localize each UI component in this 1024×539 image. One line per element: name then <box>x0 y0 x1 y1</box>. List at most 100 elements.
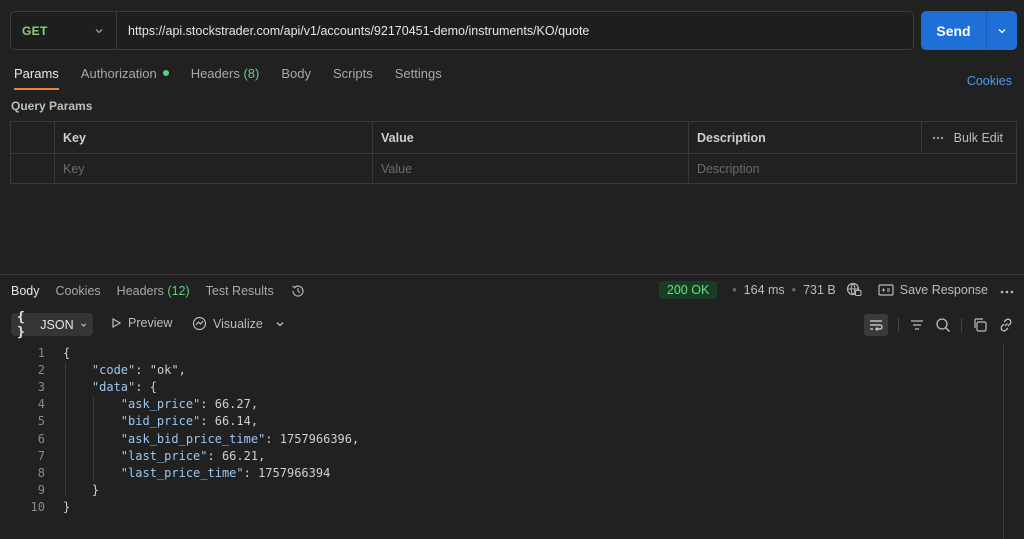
tab-headers[interactable]: Headers (8) <box>191 66 260 90</box>
more-options-icon[interactable] <box>1000 283 1014 297</box>
query-params-table: Key Value Description Bulk Edit Key Valu… <box>10 121 1017 184</box>
column-value: Value <box>372 122 688 153</box>
response-tab-cookies[interactable]: Cookies <box>56 284 101 298</box>
column-description: Description <box>688 122 921 153</box>
chevron-down-icon[interactable] <box>275 319 285 329</box>
row-checkbox[interactable] <box>11 154 54 184</box>
send-button[interactable]: Send <box>921 11 1017 50</box>
code-line: 4 "ask_price": 66.27, <box>0 396 1004 413</box>
preview-button[interactable]: Preview <box>110 316 172 330</box>
code-text: } <box>63 500 71 515</box>
table-header-row: Key Value Description Bulk Edit <box>11 122 1016 153</box>
search-icon[interactable] <box>935 317 951 333</box>
response-size[interactable]: 731 B <box>803 283 836 297</box>
send-label: Send <box>936 22 971 39</box>
chevron-down-icon <box>80 323 86 327</box>
code-line: 3 "data": { <box>0 378 1004 395</box>
code-line: 6 "ask_bid_price_time": 1757966396, <box>0 430 1004 447</box>
tab-settings[interactable]: Settings <box>395 66 442 90</box>
code-line: 8 "last_price_time": 1757966394 <box>0 464 1004 481</box>
chevron-down-icon <box>95 28 103 33</box>
network-icon[interactable] <box>846 281 862 300</box>
json-braces-icon: { } <box>17 309 25 340</box>
code-line: 10} <box>0 499 1004 516</box>
response-body-editor[interactable]: 1{2 "code": "ok", 3 "data": {4 "ask_price… <box>0 344 1004 516</box>
code-text: } <box>63 483 100 498</box>
line-number: 6 <box>37 431 45 446</box>
format-select[interactable]: { } JSON <box>11 310 93 340</box>
headers-count: (8) <box>243 66 260 81</box>
bulk-edit-button[interactable]: Bulk Edit <box>921 122 1016 153</box>
response-tab-headers[interactable]: Headers (12) <box>117 284 190 298</box>
save-response-button[interactable]: Save Response <box>878 283 988 297</box>
code-text: { <box>63 345 71 360</box>
pane-divider[interactable] <box>0 274 1024 275</box>
checkbox-column <box>11 122 54 153</box>
code-line: 1{ <box>0 344 1004 361</box>
tab-headers-label: Headers <box>190 66 240 81</box>
table-row: Key Value Description <box>11 153 1016 184</box>
chevron-down-icon <box>998 28 1006 33</box>
response-view-tools <box>864 313 1014 336</box>
key-input[interactable]: Key <box>54 154 372 184</box>
wrap-lines-button[interactable] <box>864 313 888 336</box>
line-number: 2 <box>37 362 45 377</box>
response-tabs: Body Cookies Headers (12) Test Results <box>11 283 306 299</box>
code-line: 5 "bid_price": 66.14, <box>0 413 1004 430</box>
history-icon[interactable] <box>290 283 306 299</box>
toolbar-divider <box>898 317 899 332</box>
format-label: JSON <box>40 317 74 332</box>
code-text: "ask_bid_price_time": 1757966396, <box>120 431 360 446</box>
send-options-button[interactable] <box>986 11 1017 50</box>
method-select[interactable]: GET <box>11 12 117 49</box>
line-number: 3 <box>37 379 45 394</box>
response-headers-count: (12) <box>167 284 190 298</box>
save-response-label: Save Response <box>899 283 988 297</box>
code-text: "bid_price": 66.14, <box>120 414 259 429</box>
url-input[interactable]: https://api.stockstrader.com/api/v1/acco… <box>117 24 913 38</box>
copy-icon[interactable] <box>972 317 988 333</box>
line-number: 8 <box>37 465 45 480</box>
value-input[interactable]: Value <box>372 154 688 184</box>
tab-params[interactable]: Params <box>14 66 59 90</box>
tab-scripts[interactable]: Scripts <box>333 66 373 90</box>
wrap-lines-icon <box>870 319 883 331</box>
visualize-icon <box>192 316 207 331</box>
code-text: "last_price": 66.21, <box>120 448 266 463</box>
response-tab-body[interactable]: Body <box>11 284 40 298</box>
code-text: "code": "ok", <box>91 362 186 377</box>
tab-authorization-label: Authorization <box>80 66 157 81</box>
link-icon[interactable] <box>998 317 1014 333</box>
line-number: 5 <box>37 414 45 429</box>
separator-dot: • <box>791 283 797 297</box>
filter-icon[interactable] <box>909 318 925 332</box>
response-status: 200 OK • 164 ms • 731 B Save Response <box>658 280 1014 300</box>
description-input[interactable]: Description <box>688 154 1016 184</box>
save-response-icon <box>878 284 894 296</box>
separator-dot: • <box>732 283 737 297</box>
tab-body[interactable]: Body <box>281 66 311 90</box>
line-number: 4 <box>37 397 45 412</box>
code-text: "data": { <box>91 379 157 394</box>
more-options-icon <box>932 136 944 139</box>
response-tab-test-results[interactable]: Test Results <box>206 284 274 298</box>
request-bar: GET https://api.stockstrader.com/api/v1/… <box>10 11 914 50</box>
request-tabs: Params Authorization Headers (8) Body Sc… <box>14 66 464 90</box>
bulk-edit-label: Bulk Edit <box>953 130 1003 145</box>
visualize-button[interactable]: Visualize <box>192 316 285 331</box>
code-text: "last_price_time": 1757966394 <box>120 465 331 480</box>
cookies-link[interactable]: Cookies <box>967 74 1012 88</box>
tab-authorization[interactable]: Authorization <box>81 66 169 90</box>
method-label: GET <box>22 23 48 38</box>
status-badge[interactable]: 200 OK <box>658 281 718 299</box>
visualize-label: Visualize <box>213 316 263 331</box>
active-dot-icon <box>162 70 169 76</box>
code-line: 9 } <box>0 482 1004 499</box>
response-tab-headers-label: Headers <box>116 284 164 298</box>
toolbar-divider <box>961 317 962 332</box>
line-number: 9 <box>37 483 45 498</box>
play-icon <box>112 317 122 329</box>
response-time[interactable]: 164 ms <box>744 283 785 297</box>
line-number: 7 <box>37 448 45 463</box>
column-key: Key <box>54 122 372 153</box>
